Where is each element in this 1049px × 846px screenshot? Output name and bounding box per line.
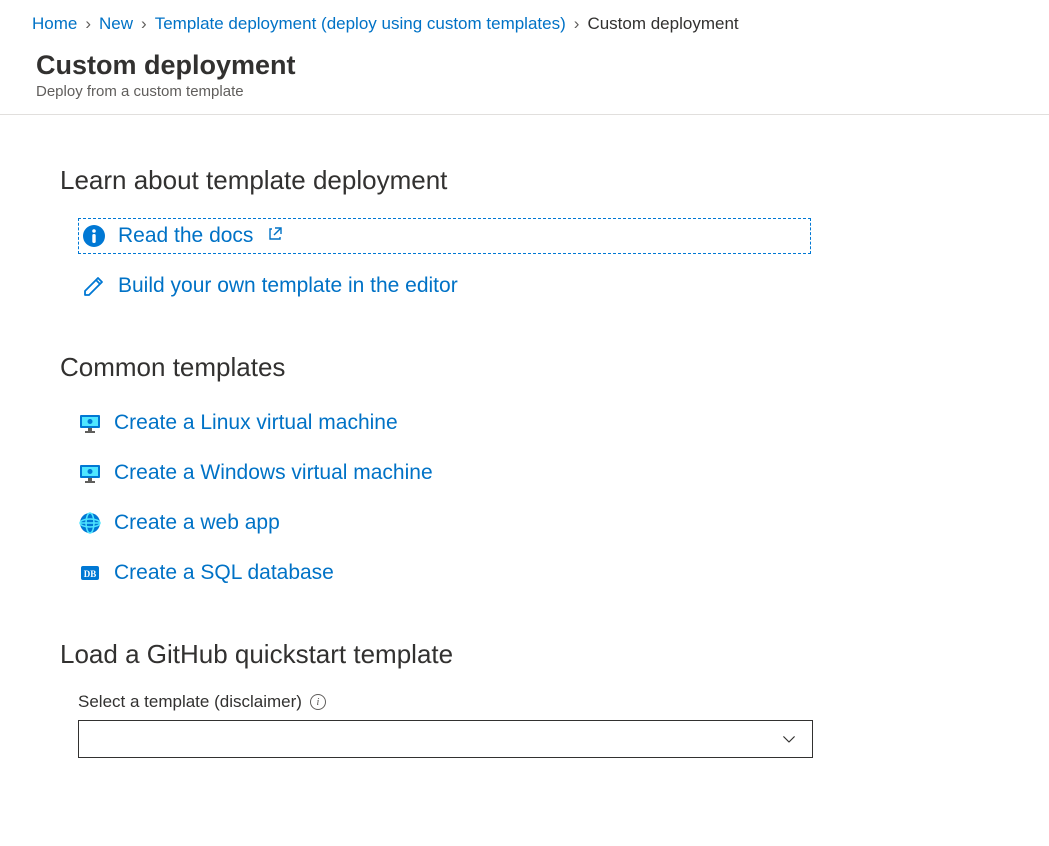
svg-text:DB: DB	[84, 569, 97, 579]
create-windows-vm-label: Create a Windows virtual machine	[114, 461, 433, 485]
chevron-right-icon: ›	[141, 14, 147, 34]
create-linux-vm-label: Create a Linux virtual machine	[114, 411, 398, 435]
page-header: Custom deployment Deploy from a custom t…	[0, 46, 1049, 115]
template-select[interactable]	[78, 720, 813, 758]
page-subtitle: Deploy from a custom template	[36, 83, 1049, 100]
learn-section-title: Learn about template deployment	[60, 165, 989, 196]
create-sql-db-link[interactable]: DB Create a SQL database	[78, 555, 989, 591]
chevron-right-icon: ›	[85, 14, 91, 34]
breadcrumb-home[interactable]: Home	[32, 14, 77, 34]
create-web-app-label: Create a web app	[114, 511, 280, 535]
breadcrumb-current: Custom deployment	[587, 14, 738, 34]
vm-icon	[78, 411, 102, 435]
breadcrumb-template-deployment[interactable]: Template deployment (deploy using custom…	[155, 14, 566, 34]
create-linux-vm-link[interactable]: Create a Linux virtual machine	[78, 405, 989, 441]
content-area: Learn about template deployment Read the…	[0, 115, 1049, 846]
chevron-right-icon: ›	[574, 14, 580, 34]
quickstart-title: Load a GitHub quickstart template	[60, 639, 989, 670]
template-field-label-row: Select a template (disclaimer) i	[78, 692, 989, 712]
chevron-down-icon	[780, 730, 798, 748]
breadcrumb: Home › New › Template deployment (deploy…	[0, 0, 1049, 46]
quickstart-section: Load a GitHub quickstart template Select…	[60, 639, 989, 758]
pencil-icon	[82, 274, 106, 298]
create-web-app-link[interactable]: Create a web app	[78, 505, 989, 541]
external-link-icon	[267, 226, 283, 247]
vm-icon	[78, 461, 102, 485]
page-title: Custom deployment	[36, 50, 1049, 81]
webapp-icon	[78, 511, 102, 535]
read-docs-link[interactable]: Read the docs	[78, 218, 811, 254]
build-template-link[interactable]: Build your own template in the editor	[78, 268, 989, 304]
create-sql-db-label: Create a SQL database	[114, 561, 334, 585]
breadcrumb-new[interactable]: New	[99, 14, 133, 34]
template-field-label: Select a template (disclaimer)	[78, 692, 302, 712]
sql-icon: DB	[78, 561, 102, 585]
info-icon	[82, 224, 106, 248]
common-templates-section: Common templates Create a Linux virtual …	[60, 352, 989, 591]
build-template-label: Build your own template in the editor	[118, 274, 458, 298]
info-icon[interactable]: i	[310, 694, 326, 710]
learn-section: Learn about template deployment Read the…	[60, 165, 989, 304]
read-docs-label: Read the docs	[118, 224, 253, 248]
common-templates-title: Common templates	[60, 352, 989, 383]
create-windows-vm-link[interactable]: Create a Windows virtual machine	[78, 455, 989, 491]
